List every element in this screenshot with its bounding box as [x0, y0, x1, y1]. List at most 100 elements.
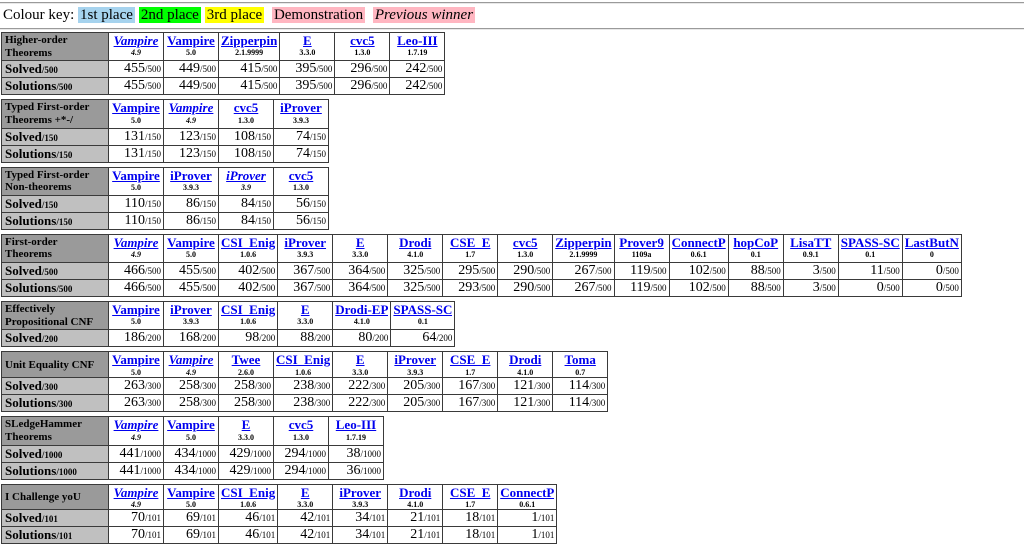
system-link-cvc5[interactable]: cvc5	[289, 168, 314, 183]
system-link-vampire[interactable]: Vampire	[114, 485, 159, 500]
system-link-zipperpin[interactable]: Zipperpin	[221, 33, 277, 48]
system-link-iprover[interactable]: iProver	[280, 100, 322, 115]
system-link-connectp[interactable]: ConnectP	[500, 485, 554, 500]
system-link-e[interactable]: E	[242, 417, 251, 432]
system-link-spass-sc[interactable]: SPASS-SC	[841, 235, 900, 250]
system-link-iprover[interactable]: iProver	[170, 302, 212, 317]
system-link-drodi-ep[interactable]: Drodi-EP	[335, 302, 388, 317]
result-cell: 18/101	[443, 527, 498, 544]
system-link-csi-enig[interactable]: CSI_Enig	[221, 485, 275, 500]
result-cell: 0/500	[902, 263, 961, 280]
system-link-connectp[interactable]: ConnectP	[672, 235, 726, 250]
system-header-e-3-3-0: E3.3.0	[333, 234, 388, 262]
system-name: cvc5	[276, 417, 326, 432]
system-link-drodi[interactable]: Drodi	[509, 352, 541, 367]
result-cell: 34/101	[333, 510, 388, 527]
system-link-iprover[interactable]: iProver	[284, 235, 326, 250]
system-link-spass-sc[interactable]: SPASS-SC	[393, 302, 452, 317]
result-cell: 131/150	[109, 145, 164, 162]
system-link-vampire[interactable]: Vampire	[112, 168, 160, 183]
system-version: 4.9	[111, 250, 161, 260]
result-denominator: /101	[369, 513, 385, 523]
system-link-leo-iii[interactable]: Leo-III	[397, 33, 437, 48]
system-link-vampire[interactable]: Vampire	[167, 417, 215, 432]
system-link-vampire[interactable]: Vampire	[167, 485, 215, 500]
system-link-iprover[interactable]: iProver	[226, 168, 266, 183]
system-link-iprover[interactable]: iProver	[339, 485, 381, 500]
system-link-iprover[interactable]: iProver	[394, 352, 436, 367]
result-value: 466	[124, 280, 145, 295]
system-link-csi-enig[interactable]: CSI_Enig	[276, 352, 330, 367]
system-link-cse-e[interactable]: CSE_E	[450, 352, 490, 367]
system-link-hopcop[interactable]: hopCoP	[733, 235, 778, 250]
system-link-toma[interactable]: Toma	[565, 352, 596, 367]
result-denominator: /150	[310, 199, 326, 209]
result-denominator: /1000	[305, 466, 326, 476]
system-version: 5.0	[111, 317, 161, 327]
system-link-vampire[interactable]: Vampire	[167, 33, 215, 48]
system-version: 0.6.1	[672, 250, 726, 260]
result-cell: 367/500	[278, 263, 333, 280]
system-link-csi-enig[interactable]: CSI_Enig	[221, 235, 275, 250]
system-link-e[interactable]: E	[301, 485, 310, 500]
system-link-leo-iii[interactable]: Leo-III	[336, 417, 376, 432]
result-denominator: /150	[145, 149, 161, 159]
system-link-prover9[interactable]: Prover9	[619, 235, 664, 250]
system-link-cse-e[interactable]: CSE_E	[450, 235, 490, 250]
system-link-cvc5[interactable]: cvc5	[289, 417, 314, 432]
system-header-csi-enig-1-0-6: CSI_Enig1.0.6	[219, 302, 278, 330]
system-link-e[interactable]: E	[301, 302, 310, 317]
result-cell: 415/500	[219, 78, 280, 95]
system-link-vampire[interactable]: Vampire	[112, 100, 160, 115]
result-cell: 455/500	[164, 280, 219, 297]
result-cell: 11/500	[838, 263, 902, 280]
system-header-leo-iii-1-7-19: Leo-III1.7.19	[390, 33, 445, 61]
system-link-vampire[interactable]: Vampire	[169, 100, 214, 115]
result-denominator: /500	[534, 266, 550, 276]
system-link-vampire[interactable]: Vampire	[114, 417, 159, 432]
result-cell: 108/150	[219, 145, 274, 162]
system-link-lastbutn[interactable]: LastButN	[905, 235, 959, 250]
system-link-cse-e[interactable]: CSE_E	[450, 485, 490, 500]
result-value: 293	[458, 280, 479, 295]
system-link-iprover[interactable]: iProver	[170, 168, 212, 183]
system-link-zipperpin[interactable]: Zipperpin	[555, 235, 611, 250]
system-name: E	[335, 352, 385, 367]
system-link-drodi[interactable]: Drodi	[399, 485, 431, 500]
row-label-denominator: /200	[42, 334, 58, 344]
system-link-vampire[interactable]: Vampire	[169, 352, 214, 367]
system-header-twee-2-6-0: Twee2.6.0	[219, 352, 274, 378]
result-value: 86	[186, 213, 200, 228]
system-name: E	[221, 417, 271, 432]
result-value: 108	[234, 129, 255, 144]
system-link-vampire[interactable]: Vampire	[167, 235, 215, 250]
result-denominator: /500	[200, 81, 216, 91]
system-link-e[interactable]: E	[356, 352, 365, 367]
system-link-cvc5[interactable]: cvc5	[350, 33, 375, 48]
result-denominator: /500	[765, 266, 781, 276]
result-value: 121	[513, 378, 534, 393]
system-link-drodi[interactable]: Drodi	[399, 235, 431, 250]
system-link-vampire[interactable]: Vampire	[114, 33, 159, 48]
result-cell: 296/500	[335, 61, 390, 78]
result-value: 64	[422, 330, 436, 345]
system-link-csi-enig[interactable]: CSI_Enig	[221, 302, 275, 317]
result-denominator: /1000	[140, 466, 161, 476]
row-label-text: Solutions	[5, 395, 56, 410]
system-link-vampire[interactable]: Vampire	[114, 235, 159, 250]
system-name: Drodi-EP	[335, 302, 388, 317]
result-denominator: /500	[426, 81, 442, 91]
result-denominator: /300	[534, 398, 550, 408]
system-link-twee[interactable]: Twee	[232, 352, 261, 367]
result-value: 455	[179, 263, 200, 278]
system-link-e[interactable]: E	[356, 235, 365, 250]
result-denominator: /500	[710, 266, 726, 276]
system-link-vampire[interactable]: Vampire	[112, 352, 160, 367]
system-link-lisatt[interactable]: LisaTT	[790, 235, 831, 250]
system-link-cvc5[interactable]: cvc5	[234, 100, 259, 115]
result-value: 205	[403, 395, 424, 410]
result-cell: 56/150	[274, 195, 329, 212]
system-link-e[interactable]: E	[303, 33, 312, 48]
system-link-vampire[interactable]: Vampire	[112, 302, 160, 317]
system-link-cvc5[interactable]: cvc5	[513, 235, 538, 250]
